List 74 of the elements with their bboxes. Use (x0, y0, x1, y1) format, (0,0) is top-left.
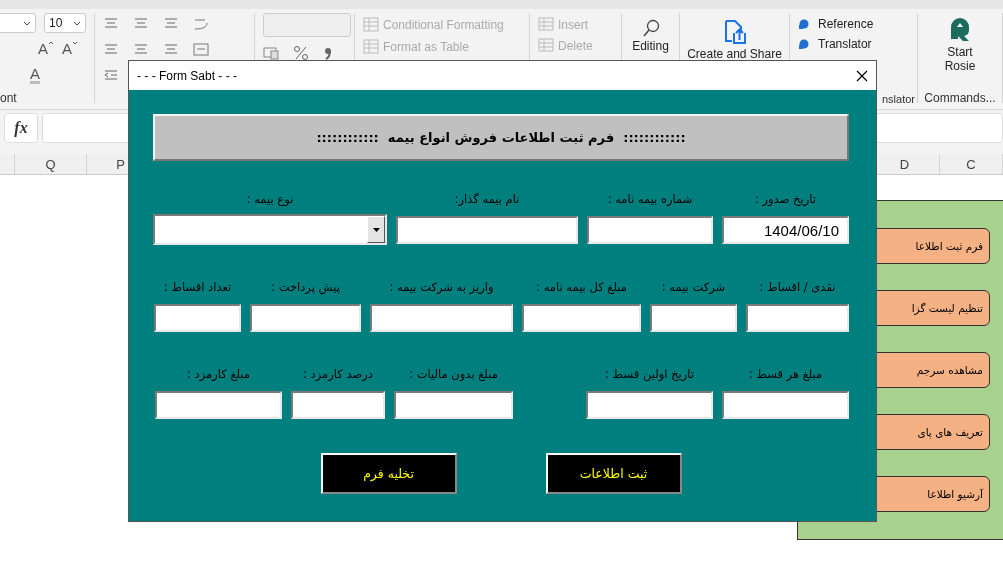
align-icon (103, 42, 119, 56)
increase-font-button[interactable]: A (38, 40, 54, 58)
field-label: مبلغ بدون مالیات : (409, 366, 498, 382)
text-input-field[interactable] (291, 391, 385, 419)
field-label: واریز به شرکت بیمه : (389, 279, 494, 295)
group-label: nslator (881, 93, 915, 105)
search-icon (641, 19, 660, 37)
insert-function-button[interactable]: fx (4, 113, 38, 143)
group-label: Commands... (923, 91, 997, 105)
text-input-field[interactable] (586, 391, 713, 419)
comma-icon (323, 45, 333, 61)
caret-icon (72, 40, 79, 45)
robot-icon (948, 17, 972, 43)
field-label: درصد کارمزد : (303, 366, 373, 382)
align-icon (103, 16, 119, 30)
caret-icon (23, 20, 31, 26)
caret-icon (372, 227, 380, 232)
text-input-field[interactable] (587, 216, 713, 244)
editing-button[interactable]: Editing (630, 19, 671, 53)
text-input-field[interactable] (394, 391, 513, 419)
decrease-font-button[interactable]: A (62, 40, 79, 58)
table-icon (363, 17, 379, 33)
field-label: تاریخ صدور : (755, 191, 816, 207)
field-label: مبلغ کل بیمه نامه : (536, 279, 627, 295)
dialog-title: - - - Form Sabt - - - (137, 68, 237, 83)
wrap-text-icon (193, 16, 209, 30)
speech-bubble-icon (798, 18, 810, 30)
submit-button[interactable]: ثبت اطلاعات (545, 453, 682, 494)
text-input-field[interactable] (650, 304, 737, 332)
column-header[interactable]: Q (15, 154, 87, 174)
text-input-field[interactable] (155, 391, 282, 419)
align-icon (133, 42, 149, 56)
clear-form-button[interactable]: تخلیه فرم (320, 453, 457, 494)
merge-icon (193, 42, 209, 56)
indent-icon (103, 68, 119, 82)
field-label: مبلغ کارمزد : (187, 366, 250, 382)
start-rosie-button[interactable]: Start Rosie (926, 17, 994, 73)
text-input-field[interactable] (722, 391, 849, 419)
reference-button[interactable]: Reference (798, 17, 909, 31)
cells-icon (538, 38, 554, 53)
text-input-field[interactable] (746, 304, 849, 332)
field-label: نوع بیمه : (246, 191, 294, 207)
table-icon (363, 39, 379, 55)
close-icon[interactable] (856, 69, 868, 82)
font-color-button[interactable]: A (30, 66, 40, 84)
text-input-field[interactable] (522, 304, 641, 332)
caret-icon (48, 40, 54, 45)
align-icon (163, 42, 179, 56)
text-input-field[interactable] (154, 304, 241, 332)
cells-icon (538, 17, 554, 32)
dropdown-field[interactable] (153, 214, 387, 245)
translator-button[interactable]: Translator (798, 37, 909, 51)
caret-icon (73, 20, 81, 26)
create-and-share-button[interactable]: Create and Share (688, 19, 781, 61)
text-input-field[interactable]: 1404/06/10 (722, 216, 849, 244)
align-icon (163, 16, 179, 30)
speech-bubble-icon (798, 38, 810, 50)
field-label: تاریخ اولین قسط : (605, 366, 694, 382)
currency-icon (263, 45, 279, 61)
field-label: تعداد اقساط : (163, 279, 232, 295)
column-header[interactable]: C (940, 154, 1003, 174)
font-size-dropdown[interactable]: 10 (44, 13, 86, 33)
percent-icon (293, 45, 309, 61)
text-input-field[interactable] (396, 216, 578, 244)
form-heading: :::::::::::: فرم ثبت اطلاعات فروش انواع بیمه :::::::::::: (153, 114, 849, 161)
align-icon (133, 16, 149, 30)
group-label: ont (0, 91, 18, 105)
field-label: شرکت بیمه : (661, 279, 726, 295)
field-label: پیش پرداخت : (271, 279, 340, 295)
text-input-field[interactable] (370, 304, 513, 332)
share-document-icon (722, 19, 747, 45)
field-label: شماره بیمه نامه : (607, 191, 693, 207)
field-label: نام بیمه گذار: (454, 191, 520, 207)
text-input-field[interactable] (250, 304, 361, 332)
